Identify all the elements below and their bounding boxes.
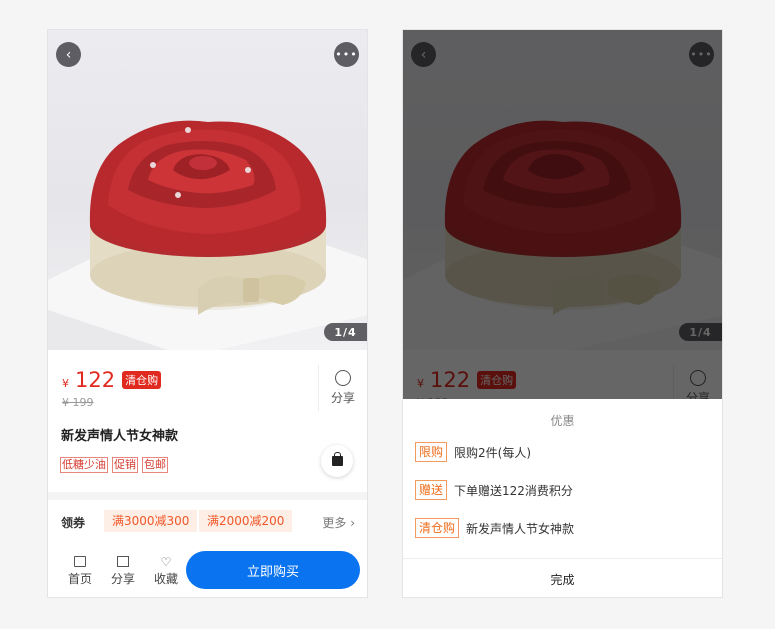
promo-text: 限购2件(每人) — [454, 445, 532, 460]
promo-item: 清仓购 新发声情人节女神款 — [415, 518, 574, 538]
product-tags: 低糖少油 促销 包邮 — [60, 457, 168, 473]
coupon-more-link[interactable]: 更多 › — [322, 514, 355, 531]
favorite-label: 收藏 — [153, 572, 178, 586]
share-bottom-label: 分享 — [110, 572, 135, 586]
chevron-left-icon: ‹ — [65, 46, 72, 63]
product-title: 新发声情人节女神款 — [61, 429, 179, 444]
promo-tag: 限购 — [415, 442, 448, 462]
cart-button[interactable] — [321, 445, 353, 477]
shopping-bag-icon — [331, 452, 343, 466]
product-info: ¥ 122 清仓购 ¥ 199 分享 新发声情人节女神款 低糖少油 促销 包邮 — [48, 350, 367, 492]
heart-icon: ♡ — [160, 555, 172, 569]
promo-tag: 清仓购 — [415, 518, 460, 538]
currency-symbol: ¥ — [62, 377, 69, 390]
product-image[interactable]: ‹ ••• 1/4 — [48, 30, 367, 350]
original-price: ¥ 199 — [62, 396, 94, 409]
sale-badge: 清仓购 — [122, 371, 162, 389]
cake-image — [48, 120, 367, 350]
current-price: 122 — [75, 368, 116, 392]
done-button[interactable]: 完成 — [403, 571, 722, 588]
bottom-action-bar: 首页 分享 ♡ 收藏 立即购买 — [48, 542, 367, 597]
store-icon — [74, 556, 86, 567]
promo-item: 赠送 下单赠送122消费积分 — [415, 480, 573, 500]
coupon-label: 领券 — [61, 516, 86, 530]
more-dots-icon: ••• — [335, 48, 358, 61]
product-tag: 低糖少油 — [60, 457, 108, 473]
promo-sheet-screen: ‹ ••• 1/4 ¥ 122 清仓购 ¥ 199 分享 优惠 限购 限购2件(… — [402, 29, 723, 598]
promo-item: 限购 限购2件(每人) — [415, 442, 531, 462]
back-button[interactable]: ‹ — [56, 42, 81, 67]
home-button[interactable]: 首页 — [63, 556, 97, 587]
share-label: 分享 — [330, 391, 355, 405]
buy-now-button[interactable]: 立即购买 — [186, 551, 360, 589]
product-tag: 促销 — [112, 457, 138, 473]
coupon-item[interactable]: 满2000减200 — [199, 510, 293, 532]
sheet-divider — [403, 558, 722, 559]
promo-sheet-title: 优惠 — [550, 414, 575, 428]
share-button[interactable]: 分享 — [318, 365, 367, 411]
favorite-button[interactable]: ♡ 收藏 — [149, 556, 183, 587]
product-tag: 包邮 — [142, 457, 168, 473]
share-bottom-button[interactable]: 分享 — [106, 556, 140, 587]
image-pager: 1/4 — [324, 323, 367, 341]
share-icon — [335, 370, 351, 386]
promo-text: 新发声情人节女神款 — [466, 521, 575, 536]
share-box-icon — [117, 556, 129, 567]
product-detail-screen: ‹ ••• 1/4 ¥ 122 清仓购 ¥ 199 分享 新发声情人节女神款 低… — [47, 29, 368, 598]
coupon-item[interactable]: 满3000减300 — [104, 510, 198, 532]
home-label: 首页 — [67, 572, 92, 586]
price-row: ¥ 122 清仓购 — [62, 368, 162, 392]
coupon-row[interactable]: 领券 满3000减300 满2000减200 更多 › — [48, 500, 367, 543]
promo-text: 下单赠送122消费积分 — [454, 483, 573, 498]
promo-tag: 赠送 — [415, 480, 448, 500]
more-button[interactable]: ••• — [334, 42, 359, 67]
section-divider — [48, 492, 367, 500]
promo-sheet: 优惠 限购 限购2件(每人) 赠送 下单赠送122消费积分 清仓购 新发声情人节… — [403, 399, 722, 597]
